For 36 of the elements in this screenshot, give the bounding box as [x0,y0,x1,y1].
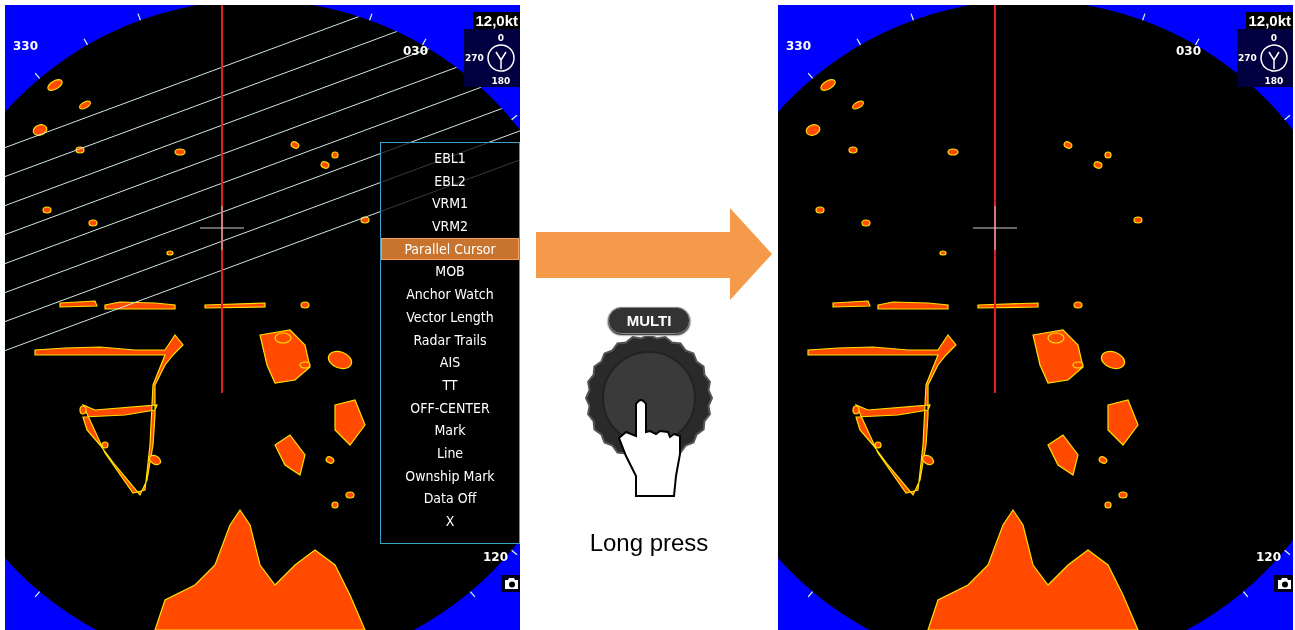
menu-item[interactable]: X [381,510,519,533]
menu-item[interactable]: Mark [381,419,519,442]
menu-item[interactable]: EBL2 [381,169,519,193]
caption-text: Long press [589,529,709,557]
menu-item[interactable]: Parallel Cursor [381,237,519,261]
range-label: 030 [403,44,429,58]
menu-item[interactable]: OFF-CENTER [381,396,519,420]
menu-item[interactable]: Data Off [381,487,519,510]
menu-item[interactable]: Line [381,441,519,465]
right-arrow-icon [536,208,772,300]
menu-item[interactable]: AIS [381,351,519,374]
menu-item[interactable]: TT [381,373,519,397]
menu-item[interactable]: MOB [381,260,519,284]
range-label: 330 [13,39,39,53]
range-label: 120 [483,550,509,564]
compass-rose: 0 270 180 [464,29,520,87]
menu-item[interactable]: VRM1 [381,192,519,216]
speed-readout: 12,0kt [1246,12,1293,29]
cursor-cross-icon [972,205,1018,251]
camera-button[interactable] [1274,575,1293,592]
range-label: 330 [786,39,812,53]
range-label: 030 [1176,44,1202,58]
menu-item[interactable]: EBL1 [381,147,519,170]
menu-item[interactable]: Ownship Mark [381,464,519,488]
camera-button[interactable] [501,575,520,592]
range-label: 120 [1256,550,1282,564]
compass-rose: 0 270 180 [1237,29,1293,87]
menu-item[interactable]: VRM2 [381,215,519,238]
menu-item[interactable]: Radar Trails [381,328,519,352]
menu-item[interactable]: Vector Length [381,305,519,329]
menu-item[interactable]: Anchor Watch [381,283,519,306]
camera-icon [1277,577,1292,590]
camera-icon [504,577,519,590]
speed-readout: 12,0kt [473,12,520,29]
cursor-cross-icon [199,205,245,251]
multi-button-label: MULTI [607,307,691,334]
